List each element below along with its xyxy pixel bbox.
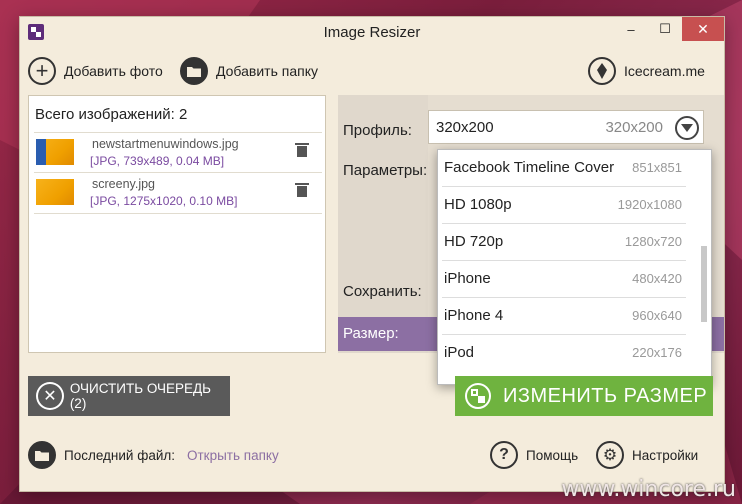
folder-icon[interactable]	[28, 441, 56, 469]
icecream-logo-icon	[588, 57, 616, 85]
add-photo-button[interactable]: + Добавить фото	[28, 57, 163, 85]
close-button[interactable]: ✕	[682, 17, 724, 41]
last-file-label: Последний файл:	[64, 447, 175, 463]
save-label: Сохранить:	[343, 283, 422, 300]
add-photo-label: Добавить фото	[64, 63, 163, 79]
close-icon: ✕	[36, 382, 64, 410]
dropdown-item-name: Facebook Timeline Cover	[444, 159, 615, 176]
open-folder-link[interactable]: Открыть папку	[187, 448, 279, 463]
add-folder-button[interactable]: Добавить папку	[180, 57, 318, 85]
title-bar: Image Resizer – ☐ ✕	[20, 17, 724, 47]
resize-icon	[465, 383, 491, 409]
dropdown-item-dims: 851x851	[632, 160, 682, 175]
dropdown-item-dims: 1920x1080	[617, 197, 682, 212]
file-row[interactable]: screeny.jpg [JPG, 1275x1020, 0.10 MB]	[34, 172, 322, 214]
help-icon: ?	[490, 441, 518, 469]
folder-icon	[180, 57, 208, 85]
resize-button[interactable]: ИЗМЕНИТЬ РАЗМЕР	[455, 376, 713, 416]
file-meta: [JPG, 1275x1020, 0.10 MB]	[90, 194, 238, 208]
dropdown-item-dims: 960x640	[632, 308, 682, 323]
trash-icon[interactable]	[295, 143, 309, 157]
settings-button[interactable]: ⚙ Настройки	[596, 441, 698, 469]
resize-label: ИЗМЕНИТЬ РАЗМЕР	[503, 384, 708, 407]
minimize-button[interactable]: –	[614, 17, 648, 41]
profile-select[interactable]: 320x200 320x200	[428, 110, 704, 144]
dropdown-item[interactable]: HD 1080p 1920x1080	[442, 187, 686, 224]
window-controls: – ☐ ✕	[614, 17, 724, 41]
dropdown-item[interactable]: Facebook Timeline Cover 851x851	[442, 150, 686, 187]
dropdown-item[interactable]: iPhone 4 960x640	[442, 298, 686, 335]
trash-icon[interactable]	[295, 183, 309, 197]
dropdown-item[interactable]: iPhone 480x420	[442, 261, 686, 298]
window-title: Image Resizer	[323, 23, 421, 41]
gear-icon: ⚙	[596, 441, 624, 469]
selected-profile-name: 320x200	[436, 119, 494, 136]
dropdown-item[interactable]: HD 720p 1280x720	[442, 224, 686, 261]
dropdown-item-dims: 1280x720	[624, 234, 682, 249]
file-name: newstartmenuwindows.jpg	[92, 137, 239, 151]
clear-queue-label: ОЧИСТИТЬ ОЧЕРЕДЬ (2)	[69, 381, 212, 411]
selected-profile-dims: 320x200	[605, 119, 663, 136]
help-button[interactable]: ? Помощь	[490, 441, 578, 469]
dropdown-item-dims: 480x420	[632, 271, 682, 286]
chevron-down-icon[interactable]	[675, 116, 699, 140]
file-name: screeny.jpg	[92, 177, 155, 191]
plus-icon: +	[28, 57, 56, 85]
dropdown-item[interactable]: iPod 220x176	[442, 335, 686, 372]
app-logo-icon	[28, 24, 44, 40]
dropdown-item-name: iPhone	[444, 270, 491, 287]
dropdown-item-name: HD 720p	[444, 233, 504, 250]
profile-label: Профиль:	[343, 122, 412, 139]
watermark: www.wincore.ru	[561, 477, 736, 502]
help-label: Помощь	[526, 447, 579, 463]
last-file-section: Последний файл: Открыть папку	[28, 441, 279, 469]
dropdown-scrollbar[interactable]	[701, 246, 707, 322]
file-row[interactable]: newstartmenuwindows.jpg [JPG, 739x489, 0…	[34, 132, 322, 173]
dropdown-item-name: iPod	[444, 344, 475, 361]
icecream-site-link[interactable]: Icecream.me	[588, 57, 705, 85]
file-thumbnail	[36, 139, 74, 165]
settings-label: Настройки	[632, 447, 699, 463]
image-queue-panel: Всего изображений: 2 newstartmenuwindows…	[28, 95, 326, 353]
profile-dropdown: Facebook Timeline Cover 851x851 HD 1080p…	[437, 149, 712, 385]
add-folder-label: Добавить папку	[216, 63, 318, 79]
size-label: Размер:	[343, 325, 399, 342]
params-label: Параметры:	[343, 162, 428, 179]
maximize-button[interactable]: ☐	[648, 17, 682, 41]
dropdown-item-name: iPhone 4	[444, 307, 504, 324]
app-window: Image Resizer – ☐ ✕ + Добавить фото Доба…	[20, 17, 724, 491]
file-meta: [JPG, 739x489, 0.04 MB]	[90, 154, 225, 168]
queue-count: Всего изображений: 2	[35, 106, 188, 123]
site-label: Icecream.me	[624, 63, 705, 79]
dropdown-item-dims: 220x176	[632, 345, 682, 360]
clear-queue-button[interactable]: ✕ ОЧИСТИТЬ ОЧЕРЕДЬ (2)	[28, 376, 230, 416]
file-thumbnail	[36, 179, 74, 205]
dropdown-item-name: HD 1080p	[444, 196, 512, 213]
